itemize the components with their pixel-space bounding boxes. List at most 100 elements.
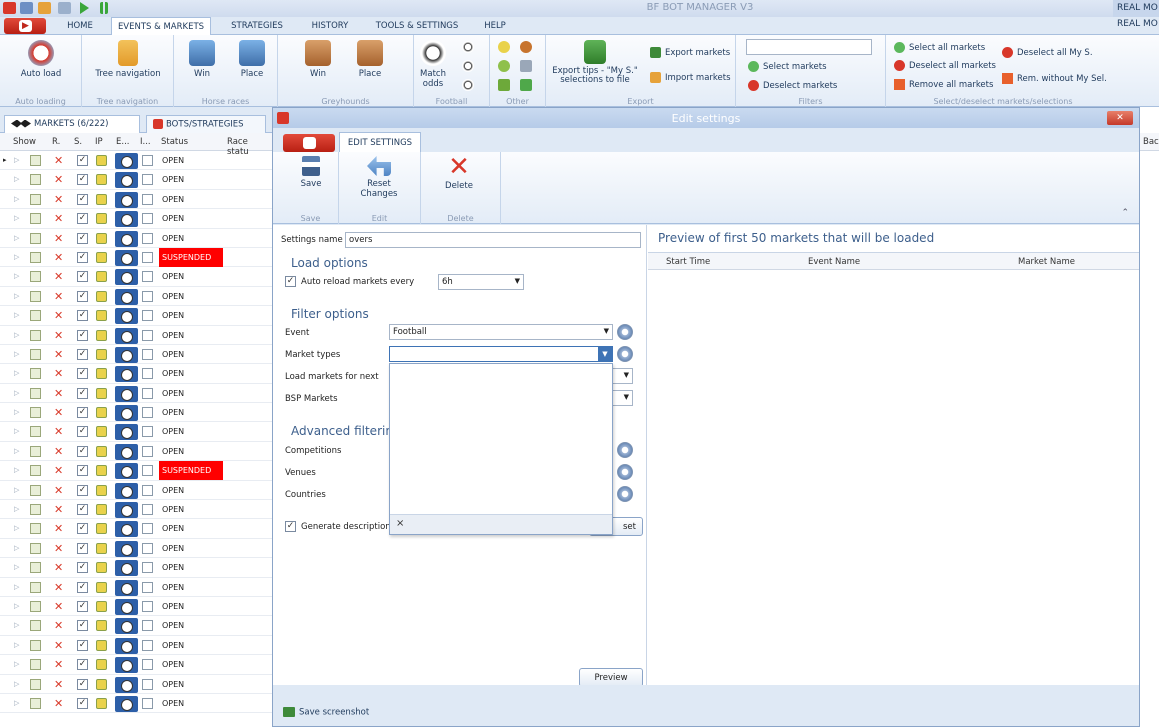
horse-win-button[interactable]: Win <box>184 40 220 79</box>
select-checkbox[interactable]: ✓ <box>77 368 88 380</box>
market-types-dropdown-list[interactable]: × <box>389 363 613 535</box>
show-market-icon[interactable] <box>30 251 41 263</box>
info-icon[interactable] <box>142 407 153 419</box>
info-icon[interactable] <box>142 232 153 244</box>
select-checkbox[interactable]: ✓ <box>77 290 88 302</box>
tab-help[interactable]: HELP <box>478 17 512 35</box>
show-market-icon[interactable] <box>30 504 41 516</box>
greyhound-place-button[interactable]: Place <box>352 40 388 79</box>
select-checkbox[interactable]: ✓ <box>77 348 88 360</box>
match-odds-button[interactable]: Match odds <box>416 40 450 89</box>
info-icon[interactable] <box>142 271 153 283</box>
auto-reload-interval-select[interactable]: 6h ▼ <box>438 274 524 290</box>
auto-load-button[interactable]: Auto load <box>8 40 74 79</box>
table-row[interactable]: ▷ ✕ ✓ OPEN ▸ <box>0 151 272 171</box>
show-market-icon[interactable] <box>30 310 41 322</box>
expand-arrow-icon[interactable]: ▷ <box>14 680 19 688</box>
tab-events-markets[interactable]: EVENTS & MARKETS <box>111 17 211 36</box>
table-row[interactable]: ▷ ✕ ✓ OPEN <box>0 326 272 345</box>
market-types-settings-icon[interactable] <box>617 346 633 362</box>
show-market-icon[interactable] <box>30 484 41 496</box>
table-row[interactable]: ▷ ✕ ✓ OPEN <box>0 345 272 365</box>
save-button[interactable]: Save <box>289 156 333 189</box>
remove-x-icon[interactable]: ✕ <box>54 619 63 632</box>
show-market-icon[interactable] <box>30 155 41 166</box>
select-all-markets-button[interactable]: Select all markets <box>894 42 985 53</box>
info-icon[interactable] <box>142 523 153 535</box>
deselect-all-my-s-button[interactable]: Deselect all My S. <box>1002 47 1093 58</box>
remove-x-icon[interactable]: ✕ <box>54 251 63 264</box>
expand-arrow-icon[interactable]: ▷ <box>14 660 19 668</box>
select-checkbox[interactable]: ✓ <box>77 484 88 496</box>
table-row[interactable]: ▷ ✕ ✓ OPEN <box>0 306 272 326</box>
countries-settings-icon[interactable] <box>617 486 633 502</box>
column-status[interactable]: Status <box>161 137 188 147</box>
snooker-icon[interactable] <box>498 79 510 91</box>
show-market-icon[interactable] <box>30 620 41 632</box>
show-market-icon[interactable] <box>30 368 41 380</box>
info-icon[interactable] <box>142 368 153 380</box>
show-market-icon[interactable] <box>30 639 41 651</box>
delete-button[interactable]: ✕ Delete <box>437 154 481 191</box>
remove-x-icon[interactable]: ✕ <box>54 367 63 380</box>
show-market-icon[interactable] <box>30 445 41 457</box>
quick-access-tree-icon[interactable] <box>38 2 51 14</box>
remove-x-icon[interactable]: ✕ <box>54 445 63 458</box>
table-row[interactable]: ▷ ✕ ✓ OPEN <box>0 364 272 384</box>
table-row[interactable]: ▷ ✕ ✓ OPEN <box>0 403 272 423</box>
info-icon[interactable] <box>142 348 153 360</box>
info-icon[interactable] <box>142 310 153 322</box>
select-checkbox[interactable]: ✓ <box>77 562 88 574</box>
select-checkbox[interactable]: ✓ <box>77 659 88 671</box>
tennis-icon[interactable] <box>498 41 510 53</box>
expand-arrow-icon[interactable]: ▷ <box>14 466 19 474</box>
remove-x-icon[interactable]: ✕ <box>54 503 63 516</box>
select-checkbox[interactable]: ✓ <box>77 271 88 283</box>
table-row[interactable]: ▷ ✕ ✓ OPEN <box>0 267 272 287</box>
expand-arrow-icon[interactable]: ▷ <box>14 427 19 435</box>
close-button[interactable]: ✕ <box>1107 111 1133 125</box>
tab-tools-settings[interactable]: TOOLS & SETTINGS <box>370 17 464 35</box>
remove-x-icon[interactable]: ✕ <box>54 270 63 283</box>
select-checkbox[interactable]: ✓ <box>77 426 88 438</box>
table-row[interactable]: ▷ ✕ ✓ OPEN <box>0 539 272 559</box>
remove-all-markets-button[interactable]: Remove all markets <box>894 79 993 90</box>
table-row[interactable]: ▷ ✕ ✓ OPEN <box>0 519 272 539</box>
app-logo-icon[interactable] <box>3 2 16 14</box>
expand-arrow-icon[interactable]: ▷ <box>14 699 19 707</box>
show-market-icon[interactable] <box>30 562 41 574</box>
tab-markets[interactable]: MARKETS (6/222) <box>4 115 140 133</box>
reset-changes-button[interactable]: Reset Changes <box>351 156 407 199</box>
remove-x-icon[interactable]: ✕ <box>54 425 63 438</box>
info-icon[interactable] <box>142 678 153 690</box>
expand-arrow-icon[interactable]: ▷ <box>14 524 19 532</box>
table-row[interactable]: ▷ ✕ ✓ OPEN <box>0 597 272 617</box>
select-checkbox[interactable]: ✓ <box>77 407 88 419</box>
select-checkbox[interactable]: ✓ <box>77 310 88 322</box>
import-markets-button[interactable]: Import markets <box>650 72 731 83</box>
table-row[interactable]: ▷ ✕ ✓ OPEN <box>0 636 272 656</box>
rem-without-my-sel-button[interactable]: Rem. without My Sel. <box>1002 73 1107 84</box>
info-icon[interactable] <box>142 504 153 516</box>
select-checkbox[interactable]: ✓ <box>77 387 88 399</box>
deselect-all-markets-button[interactable]: Deselect all markets <box>894 60 996 71</box>
expand-arrow-icon[interactable]: ▷ <box>14 447 19 455</box>
save-screenshot-button[interactable]: Save screenshot <box>283 707 369 718</box>
table-row[interactable]: ▷ ✕ ✓ SUSPENDED <box>0 247 272 268</box>
remove-x-icon[interactable]: ✕ <box>54 232 63 245</box>
remove-x-icon[interactable]: ✕ <box>54 542 63 555</box>
auto-reload-checkbox[interactable]: ✓ <box>285 276 296 287</box>
generate-description-checkbox[interactable]: ✓ <box>285 521 296 532</box>
remove-x-icon[interactable]: ✕ <box>54 309 63 322</box>
table-row[interactable]: ▷ ✕ ✓ OPEN <box>0 422 272 442</box>
select-checkbox[interactable]: ✓ <box>77 329 88 341</box>
info-icon[interactable] <box>142 465 153 477</box>
remove-x-icon[interactable]: ✕ <box>54 678 63 691</box>
remove-x-icon[interactable]: ✕ <box>54 154 63 167</box>
rugby-icon[interactable] <box>520 60 532 72</box>
tab-bots-strategies[interactable]: BOTS/STRATEGIES <box>146 115 266 133</box>
remove-x-icon[interactable]: ✕ <box>54 522 63 535</box>
column-ip[interactable]: IP <box>95 137 103 147</box>
info-icon[interactable] <box>142 697 153 709</box>
tab-edit-settings[interactable]: EDIT SETTINGS <box>339 132 421 152</box>
